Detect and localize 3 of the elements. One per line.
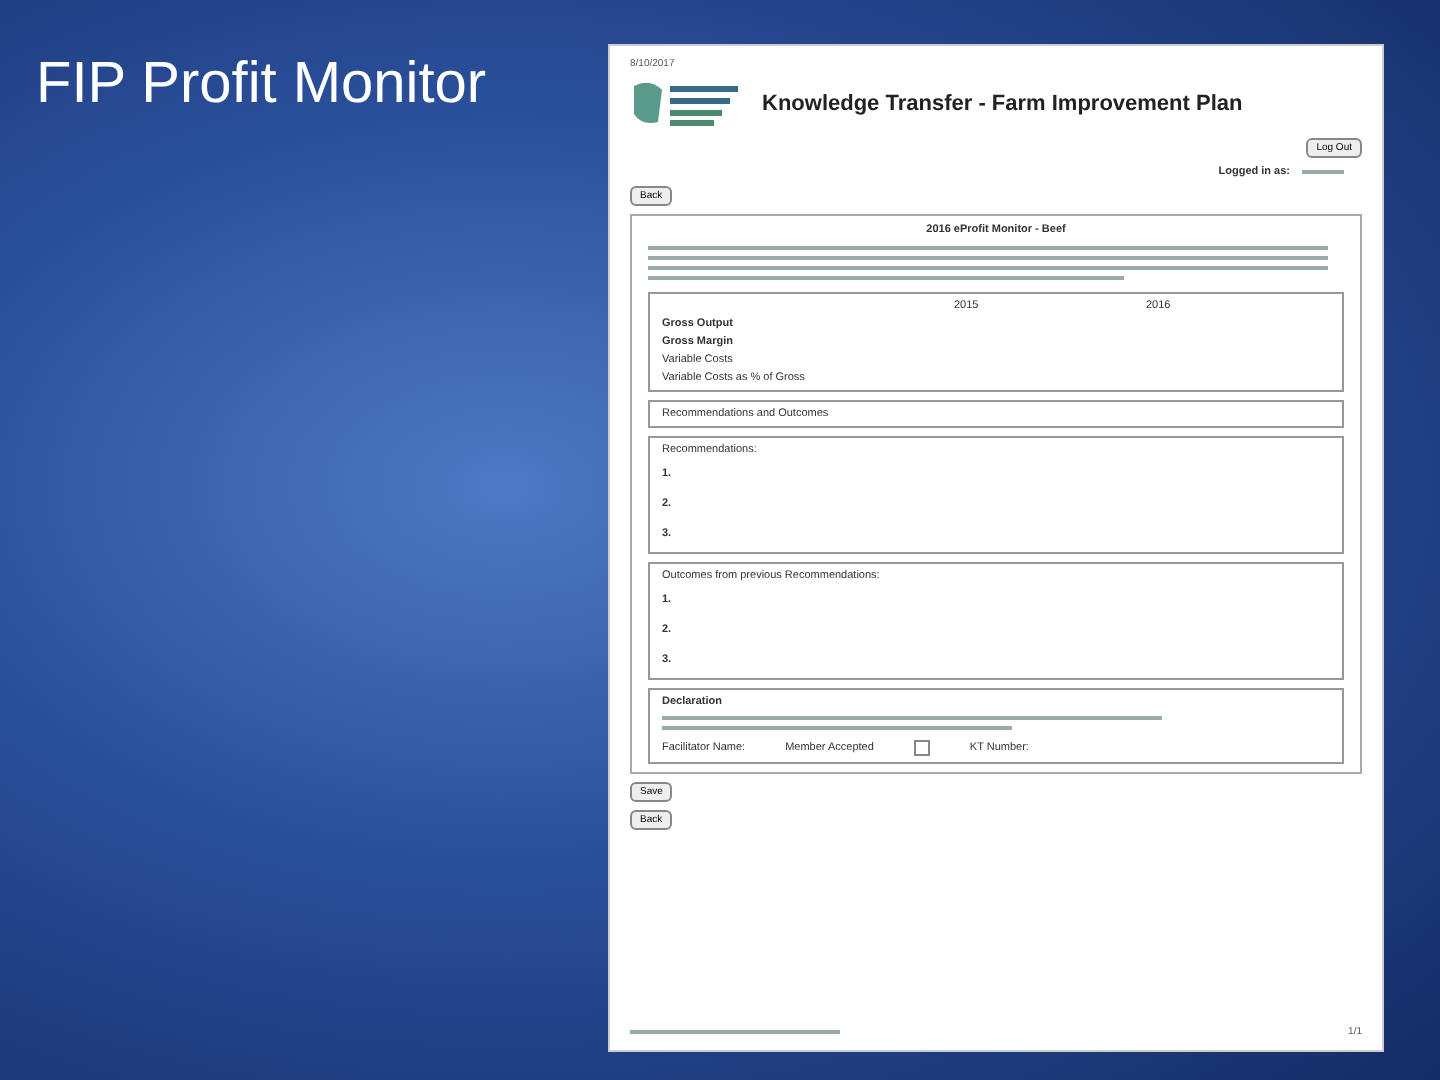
slide-title: FIP Profit Monitor [36,52,489,118]
page-heading: Knowledge Transfer - Farm Improvement Plan [762,92,1243,116]
member-accepted-checkbox[interactable] [913,740,930,756]
